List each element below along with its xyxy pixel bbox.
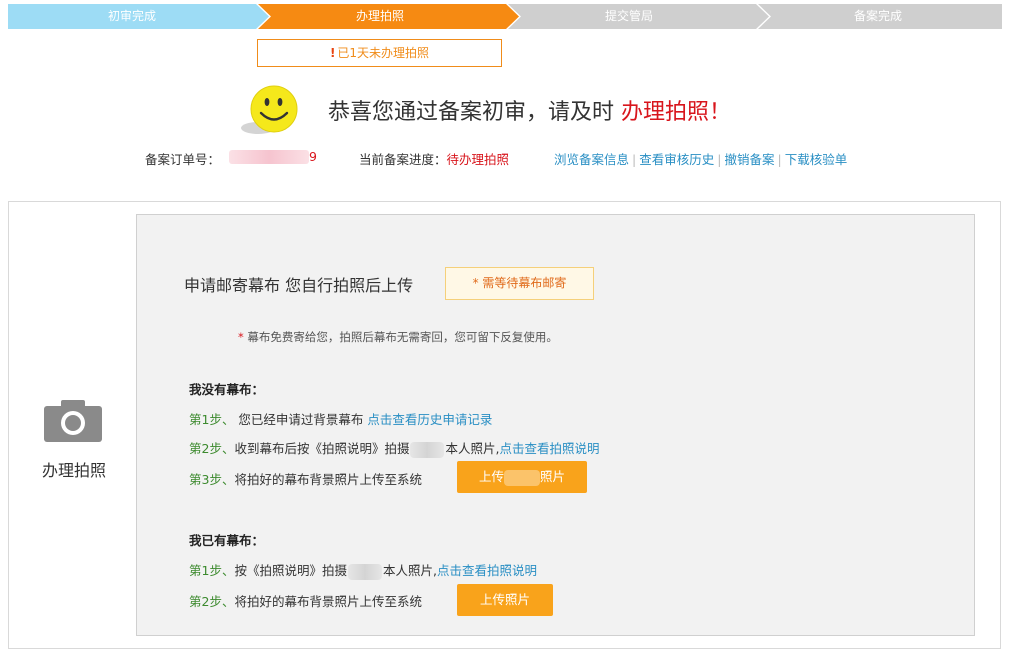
congrats-highlight: 办理拍照！ <box>621 100 732 125</box>
option-title: 申请邮寄幕布 您自行拍照后上传 <box>184 276 414 295</box>
no-screen-title: 我没有幕布： <box>189 382 265 397</box>
instructions-box: 申请邮寄幕布 您自行拍照后上传 * 需等待幕布邮寄 * 幕布免费寄给您，拍照后幕… <box>136 214 975 636</box>
upload-photo-button-2[interactable]: 上传照片 <box>457 584 553 616</box>
link-divider: | <box>777 152 782 167</box>
wait-mail-badge: * 需等待幕布邮寄 <box>445 267 594 300</box>
step-text: 您已经申请过背景幕布 <box>234 412 368 427</box>
have-screen-step1: 第1步、按《拍照说明》拍摄 本人照片,点击查看拍照说明 <box>189 560 537 580</box>
step-text: 将拍好的幕布背景照片上传至系统 <box>234 594 422 609</box>
step-label-filing-done: 备案完成 <box>853 9 902 23</box>
no-screen-step3: 第3步、将拍好的幕布背景照片上传至系统 <box>189 469 422 488</box>
notice-text: 已1天未办理拍照 <box>337 46 430 60</box>
step-text: 按《拍照说明》拍摄 <box>234 563 347 578</box>
view-application-history-link[interactable]: 点击查看历史申请记录 <box>367 412 492 427</box>
step-number: 第3步、 <box>189 472 235 487</box>
have-screen-step2: 第2步、将拍好的幕布背景照片上传至系统 <box>189 591 422 610</box>
step-text: 收到幕布后按《拍照说明》拍摄 <box>234 441 410 456</box>
cancel-filing-link[interactable]: 撤销备案 <box>724 152 774 167</box>
button-text: 上传 <box>478 469 504 484</box>
photo-panel: 办理拍照 申请邮寄幕布 您自行拍照后上传 * 需等待幕布邮寄 * 幕布免费寄给您… <box>8 201 1001 649</box>
step-label-photo: 办理拍照 <box>355 9 404 23</box>
step-label-submit-bureau: 提交管局 <box>604 9 653 23</box>
order-number-tail: 9 <box>309 149 317 164</box>
button-text: 照片 <box>540 469 566 484</box>
step-number: 第2步、 <box>189 441 235 456</box>
download-verification-link[interactable]: 下载核验单 <box>785 152 848 167</box>
step-text: 本人照片, <box>382 563 437 578</box>
step-text: 将拍好的幕布背景照片上传至系统 <box>234 472 422 487</box>
step-text: 本人照片, <box>445 441 500 456</box>
step-number: 第1步、 <box>189 563 235 578</box>
upload-photo-button[interactable]: 上传 照片 <box>457 461 587 493</box>
step-number: 第2步、 <box>189 594 235 609</box>
step-label-review-done: 初审完成 <box>107 9 156 23</box>
link-divider: | <box>717 152 722 167</box>
step-number: 第1步、 <box>189 412 235 427</box>
note-star: * <box>238 330 248 344</box>
progress-label: 当前备案进度： <box>359 152 447 167</box>
order-number-label: 备案订单号： <box>145 152 221 167</box>
exclamation-icon: ! <box>329 46 336 60</box>
pending-days-notice: ! 已1天未办理拍照 <box>257 39 502 67</box>
have-screen-title: 我已有幕布： <box>189 533 265 548</box>
redacted-name <box>504 469 540 486</box>
side-label: 办理拍照 <box>41 461 106 480</box>
redacted-name <box>347 563 382 580</box>
no-screen-step2: 第2步、收到幕布后按《拍照说明》拍摄 本人照片,点击查看拍照说明 <box>189 438 599 458</box>
progress-value: 待办理拍照 <box>446 152 510 167</box>
review-history-link[interactable]: 查看审核历史 <box>639 152 714 167</box>
camera-icon <box>44 400 102 442</box>
progress-stepbar: 初审完成 办理拍照 提交管局 备案完成 <box>8 4 1002 29</box>
filing-progress: 当前备案进度：待办理拍照 <box>359 149 509 168</box>
action-links: 浏览备案信息 | 查看审核历史 | 撤销备案 | 下载核验单 <box>554 149 847 168</box>
view-photo-guide-link[interactable]: 点击查看拍照说明 <box>437 563 537 578</box>
link-divider: | <box>632 152 637 167</box>
congrats-text: 恭喜您通过备案初审，请及时 <box>328 100 621 125</box>
order-number-redacted <box>229 150 309 164</box>
note-text: 幕布免费寄给您，拍照后幕布无需寄回，您可留下反复使用。 <box>247 330 558 344</box>
free-screen-note: * 幕布免费寄给您，拍照后幕布无需寄回，您可留下反复使用。 <box>238 329 558 345</box>
browse-filing-info-link[interactable]: 浏览备案信息 <box>554 152 629 167</box>
no-screen-step1: 第1步、 您已经申请过背景幕布 点击查看历史申请记录 <box>189 409 492 428</box>
congrats-headline: 恭喜您通过备案初审，请及时 办理拍照！ <box>328 94 731 126</box>
smiley-face-icon <box>241 85 298 134</box>
redacted-name <box>410 441 445 458</box>
view-photo-guide-link[interactable]: 点击查看拍照说明 <box>499 441 599 456</box>
